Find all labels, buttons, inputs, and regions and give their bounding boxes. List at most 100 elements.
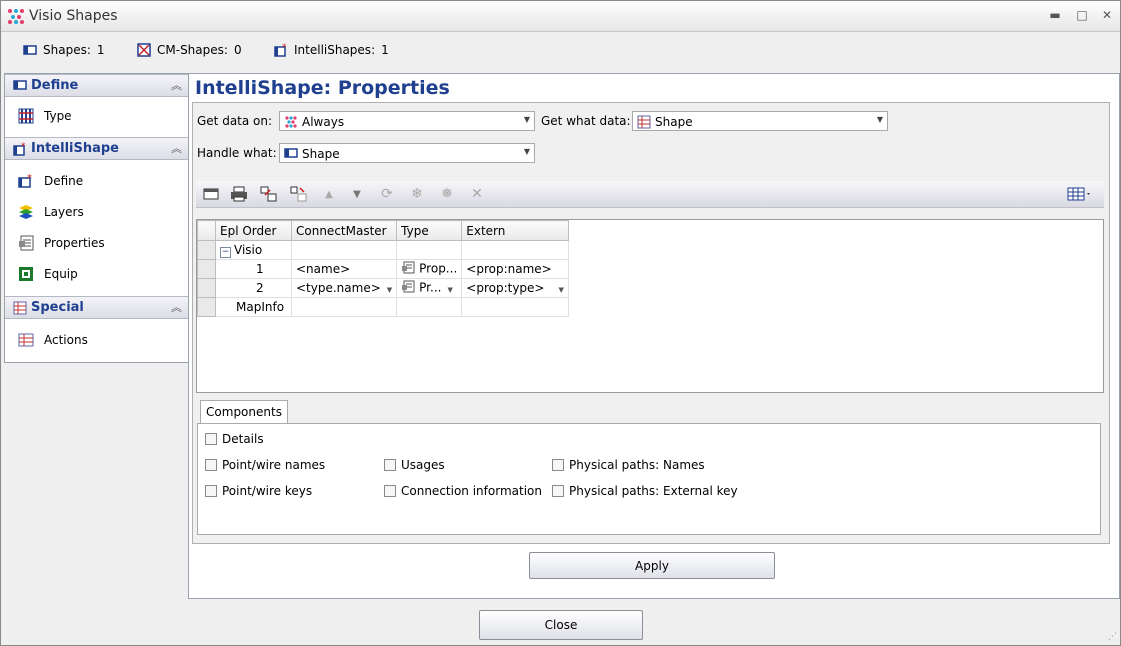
table-row[interactable]: − Visio <box>197 240 569 260</box>
section-header-special[interactable]: Special ︽ <box>5 296 188 319</box>
collapse-chevron-icon[interactable]: ︽ <box>171 77 182 93</box>
checkbox-box[interactable] <box>205 459 217 471</box>
cm-shapes-count: CM-Shapes: 0 <box>137 43 242 57</box>
move-down-icon[interactable]: ▼ <box>348 185 366 203</box>
extern-cell[interactable]: <prop:type> ▼ <box>461 278 569 298</box>
minimize-button[interactable]: ▬ <box>1046 7 1064 23</box>
sidebar-item-equip[interactable]: Equip <box>5 262 188 286</box>
shape-icon <box>13 79 27 94</box>
dropdown-arrow-icon[interactable]: ▼ <box>558 286 563 294</box>
delete-icon[interactable]: ✕ <box>468 185 486 203</box>
print-icon[interactable] <box>230 185 248 203</box>
properties-icon <box>401 280 415 296</box>
point-wire-names-checkbox[interactable]: Point/wire names <box>205 458 325 472</box>
connectmaster-cell[interactable]: <name> <box>290 259 398 279</box>
checkbox-box[interactable] <box>205 433 217 445</box>
sidebar-item-define[interactable]: * Define <box>5 169 188 193</box>
shapes-count: Shapes: 1 <box>23 43 105 57</box>
get-data-on-select[interactable]: Always ▼ <box>279 111 535 131</box>
type-cell[interactable] <box>396 297 463 317</box>
type-icon <box>18 108 34 127</box>
type-value: Pr... <box>419 280 442 295</box>
section-title-special: Special <box>31 300 84 315</box>
column-chooser-icon[interactable] <box>1066 185 1094 203</box>
row-selector[interactable] <box>197 259 216 279</box>
shapes-label: Shapes: <box>43 43 91 57</box>
extern-value: <prop:type> <box>466 281 545 295</box>
shape-icon <box>284 147 298 162</box>
dropdown-arrow-icon[interactable]: ▼ <box>447 286 452 294</box>
details-checkbox[interactable]: Details <box>205 432 264 446</box>
table-row[interactable]: MapInfo <box>197 297 569 317</box>
connectmaster-cell[interactable] <box>290 297 398 317</box>
close-window-button[interactable]: ✕ <box>1098 7 1116 23</box>
type-cell[interactable]: Prop... <box>396 259 463 279</box>
move-up-icon[interactable]: ▲ <box>320 185 338 203</box>
tree-cell[interactable]: MapInfo <box>215 297 292 317</box>
connection-information-checkbox[interactable]: Connection information <box>384 484 542 498</box>
checkbox-label: Physical paths: External key <box>569 484 738 498</box>
row-selector[interactable] <box>197 278 216 298</box>
checkbox-box[interactable] <box>384 459 396 471</box>
snowflake-icon[interactable]: ❄ <box>408 185 426 203</box>
type-cell[interactable]: Pr... ▼ <box>396 278 463 298</box>
collapse-chevron-icon[interactable]: ︽ <box>171 299 182 315</box>
intellishapes-count: * IntelliShapes: 1 <box>274 43 389 57</box>
dropdown-arrow-icon[interactable]: ▼ <box>387 286 392 294</box>
intellishapes-value: 1 <box>381 43 389 57</box>
extern-cell[interactable] <box>461 240 569 260</box>
column-header-epl-order[interactable]: Epl Order <box>215 220 292 241</box>
export-icon[interactable] <box>260 185 278 203</box>
apply-button[interactable]: Apply <box>529 552 775 579</box>
collapse-minus-icon[interactable]: − <box>220 246 231 258</box>
sidebar-item-properties[interactable]: Properties <box>5 231 188 255</box>
column-header-connectmaster[interactable]: ConnectMaster <box>290 220 398 241</box>
connectmaster-value: <type.name> <box>296 281 381 295</box>
tab-components[interactable]: Components <box>200 400 288 425</box>
maximize-button[interactable]: □ <box>1073 7 1091 23</box>
tree-cell[interactable]: 1 <box>215 259 292 279</box>
checkbox-box[interactable] <box>552 485 564 497</box>
get-what-data-value: Shape <box>655 115 693 129</box>
svg-text:*: * <box>27 173 32 184</box>
special-icon <box>13 301 27 318</box>
close-button[interactable]: Close <box>479 610 643 640</box>
column-header-type[interactable]: Type <box>396 220 463 241</box>
intellishapes-label: IntelliShapes: <box>294 43 376 57</box>
collapse-chevron-icon[interactable]: ︽ <box>171 140 182 156</box>
extern-cell[interactable] <box>461 297 569 317</box>
handle-what-select[interactable]: Shape ▼ <box>279 143 535 163</box>
connectmaster-cell[interactable]: <type.name> ▼ <box>290 278 398 298</box>
physical-paths-names-checkbox[interactable]: Physical paths: Names <box>552 458 705 472</box>
type-value: Prop... <box>419 261 458 276</box>
table-row[interactable]: 2 <type.name> ▼ Pr... ▼ <prop:type> ▼ <box>197 278 569 298</box>
column-header-extern[interactable]: Extern <box>461 220 569 241</box>
checkbox-box[interactable] <box>205 485 217 497</box>
import-icon[interactable] <box>290 185 308 203</box>
tree-cell[interactable]: − Visio <box>215 240 292 260</box>
sidebar-item-actions[interactable]: Actions <box>5 328 188 352</box>
checkbox-label: Usages <box>401 458 445 472</box>
resize-grip-icon[interactable]: ⋰ <box>1108 632 1117 642</box>
section-header-intellishape[interactable]: * IntelliShape ︽ <box>5 137 188 160</box>
type-cell[interactable] <box>396 240 463 260</box>
get-what-data-select[interactable]: Shape ▼ <box>632 111 888 131</box>
physical-paths-external-key-checkbox[interactable]: Physical paths: External key <box>552 484 738 498</box>
checkbox-box[interactable] <box>384 485 396 497</box>
point-wire-keys-checkbox[interactable]: Point/wire keys <box>205 484 312 498</box>
connectmaster-cell[interactable] <box>290 240 398 260</box>
section-header-define[interactable]: Define ︽ <box>5 74 188 97</box>
row-selector[interactable] <box>197 240 216 260</box>
snowflake-multi-icon[interactable]: ❅ <box>438 185 456 203</box>
checkbox-box[interactable] <box>552 459 564 471</box>
sidebar-item-type[interactable]: Type <box>5 104 188 128</box>
table-row[interactable]: 1 <name> Prop... <prop:name> <box>197 259 569 279</box>
refresh-icon[interactable]: ⟳ <box>378 185 396 203</box>
usages-checkbox[interactable]: Usages <box>384 458 445 472</box>
row-selector[interactable] <box>197 297 216 317</box>
sidebar-item-layers[interactable]: Layers <box>5 200 188 224</box>
save-layout-icon[interactable] <box>202 185 220 203</box>
extern-cell[interactable]: <prop:name> <box>461 259 569 279</box>
checkbox-label: Point/wire keys <box>222 484 313 498</box>
tree-cell[interactable]: 2 <box>215 278 292 298</box>
